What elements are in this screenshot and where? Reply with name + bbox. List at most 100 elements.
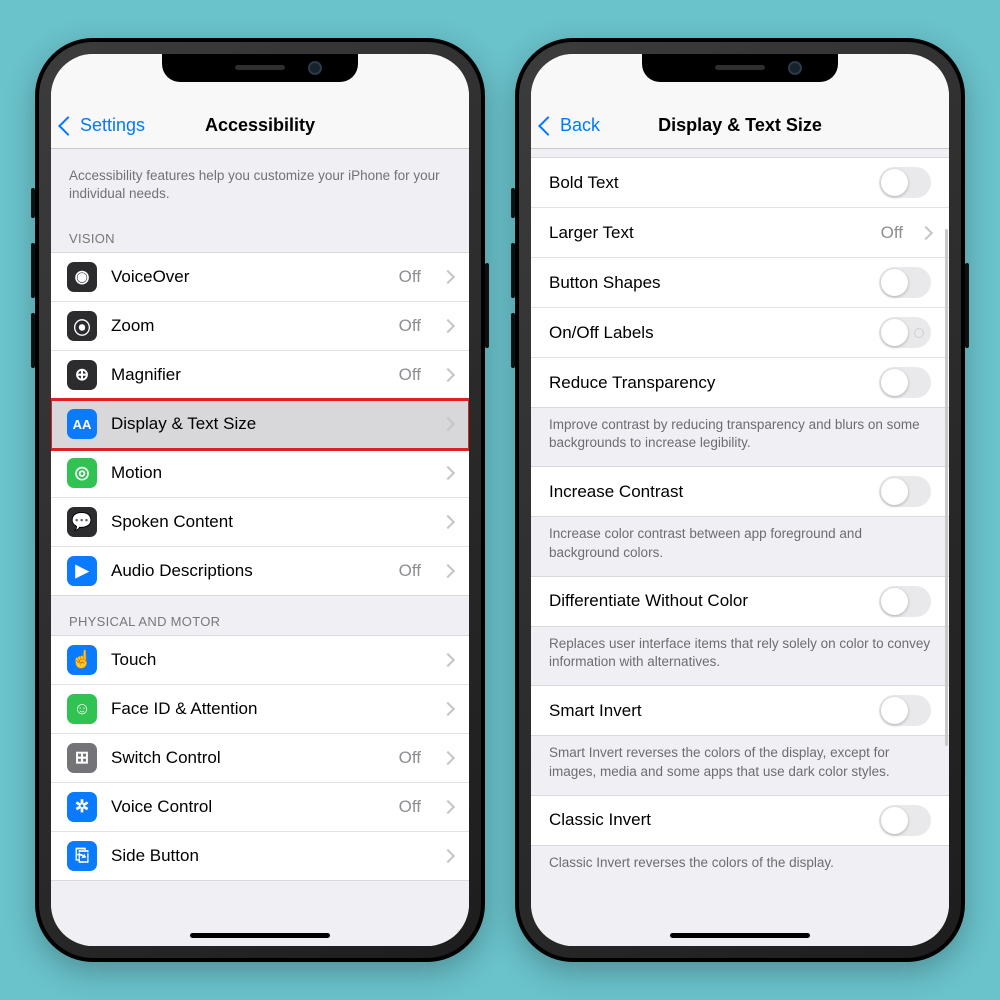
settings-row-reduce-transparency[interactable]: Reduce Transparency	[531, 358, 949, 407]
settings-list: Increase Contrast	[531, 466, 949, 517]
settings-list: ☝Touch ☺ Face ID & Attention ⊞Switch Contro…	[51, 635, 469, 881]
section-footer: Improve contrast by reducing transparenc…	[531, 408, 949, 466]
settings-row-touch[interactable]: ☝Touch	[51, 636, 469, 685]
back-to-settings-button[interactable]: Settings	[61, 115, 145, 136]
home-indicator[interactable]	[670, 933, 810, 938]
volume-down-button[interactable]	[31, 313, 35, 368]
power-button[interactable]	[485, 263, 489, 348]
settings-row-switch-control[interactable]: ⊞Switch ControlOff	[51, 734, 469, 783]
spoken-icon: 💬	[67, 507, 97, 537]
phone-left-screen: Settings Accessibility Accessibility fea…	[51, 54, 469, 946]
volume-up-button[interactable]	[511, 243, 515, 298]
row-value: Off	[399, 797, 421, 817]
silence-switch[interactable]	[31, 188, 35, 218]
chevron-right-icon	[441, 751, 455, 765]
chevron-right-icon	[441, 368, 455, 382]
settings-row-voiceover[interactable]: ◉ VoiceOver Off	[51, 253, 469, 302]
settings-row-on-off-labels[interactable]: On/Off Labels	[531, 308, 949, 358]
row-label: Magnifier	[111, 365, 385, 385]
row-label: VoiceOver	[111, 267, 385, 287]
audio-desc-icon: ▶	[67, 556, 97, 586]
settings-row-magnifier[interactable]: ⊕MagnifierOff	[51, 351, 469, 400]
row-label: Display & Text Size	[111, 414, 421, 434]
intro-text: Accessibility features help you customiz…	[51, 149, 469, 213]
settings-row-zoom[interactable]: ⦿ZoomOff	[51, 302, 469, 351]
settings-row-differentiate-without-color[interactable]: Differentiate Without Color	[531, 577, 949, 626]
toggle-switch[interactable]	[879, 586, 931, 617]
settings-row-button-shapes[interactable]: Button Shapes	[531, 258, 949, 308]
settings-row-side-button[interactable]: ⎘ Side Button	[51, 832, 469, 880]
row-value: Off	[399, 316, 421, 336]
back-label: Back	[560, 115, 600, 136]
chevron-right-icon	[441, 319, 455, 333]
settings-row-spoken-content[interactable]: 💬 Spoken Content	[51, 498, 469, 547]
row-label: Side Button	[111, 846, 421, 866]
accessibility-content[interactable]: Accessibility features help you customiz…	[51, 149, 469, 946]
section-footer: Classic Invert reverses the colors of th…	[531, 846, 949, 886]
display-text-icon: AA	[67, 409, 97, 439]
settings-list: ◉VoiceOverOff⦿ZoomOff⊕MagnifierOffAADisp…	[51, 252, 469, 596]
settings-row-smart-invert[interactable]: Smart Invert	[531, 686, 949, 735]
row-label: Button Shapes	[549, 273, 869, 293]
row-label: Smart Invert	[549, 701, 869, 721]
faceid-icon: ☺	[67, 694, 97, 724]
voice-ctrl-icon: ✲	[67, 792, 97, 822]
settings-row-voice-control[interactable]: ✲Voice ControlOff	[51, 783, 469, 832]
settings-list: Smart Invert	[531, 685, 949, 736]
front-camera-icon	[308, 61, 322, 75]
chevron-right-icon	[441, 466, 455, 480]
back-label: Settings	[80, 115, 145, 136]
row-label: Spoken Content	[111, 512, 421, 532]
toggle-switch[interactable]	[879, 695, 931, 726]
settings-row-face-id-attention[interactable]: ☺ Face ID & Attention	[51, 685, 469, 734]
front-camera-icon	[788, 61, 802, 75]
toggle-switch[interactable]	[879, 367, 931, 398]
chevron-right-icon	[441, 417, 455, 431]
settings-list: Differentiate Without Color	[531, 576, 949, 627]
volume-down-button[interactable]	[511, 313, 515, 368]
settings-row-audio-descriptions[interactable]: ▶Audio DescriptionsOff	[51, 547, 469, 595]
settings-row-display-text-size[interactable]: AA Display & Text Size	[51, 400, 469, 449]
toggle-switch[interactable]	[879, 167, 931, 198]
toggle-switch[interactable]	[879, 476, 931, 507]
page-title: Accessibility	[205, 115, 315, 136]
chevron-right-icon	[441, 653, 455, 667]
toggle-switch[interactable]	[879, 317, 931, 348]
section-footer: Smart Invert reverses the colors of the …	[531, 736, 949, 794]
section-footer: Replaces user interface items that rely …	[531, 627, 949, 685]
chevron-left-icon	[538, 116, 558, 136]
voiceover-icon: ◉	[67, 262, 97, 292]
phone-notch	[642, 54, 838, 82]
toggle-switch[interactable]	[879, 805, 931, 836]
chevron-right-icon	[441, 800, 455, 814]
row-label: Zoom	[111, 316, 385, 336]
page-title: Display & Text Size	[658, 115, 822, 136]
row-label: Reduce Transparency	[549, 373, 869, 393]
settings-row-classic-invert[interactable]: Classic Invert	[531, 796, 949, 845]
row-label: Face ID & Attention	[111, 699, 421, 719]
phone-left-frame: Settings Accessibility Accessibility fea…	[35, 38, 485, 962]
section-header: PHYSICAL AND MOTOR	[51, 596, 469, 635]
back-button[interactable]: Back	[541, 115, 600, 136]
row-label: Audio Descriptions	[111, 561, 385, 581]
row-value: Off	[399, 267, 421, 287]
power-button[interactable]	[965, 263, 969, 348]
scrollbar-track[interactable]	[945, 229, 948, 746]
home-indicator[interactable]	[190, 933, 330, 938]
display-text-content[interactable]: Bold TextLarger TextOff Button Shapes On/O…	[531, 149, 949, 946]
settings-row-increase-contrast[interactable]: Increase Contrast	[531, 467, 949, 516]
row-value: Off	[881, 223, 903, 243]
silence-switch[interactable]	[511, 188, 515, 218]
touch-icon: ☝	[67, 645, 97, 675]
side-btn-icon: ⎘	[67, 841, 97, 871]
settings-row-larger-text[interactable]: Larger TextOff	[531, 208, 949, 258]
chevron-right-icon	[441, 270, 455, 284]
volume-up-button[interactable]	[31, 243, 35, 298]
phone-right-screen: Back Display & Text Size Bold TextLarger…	[531, 54, 949, 946]
settings-row-bold-text[interactable]: Bold Text	[531, 158, 949, 208]
row-label: Increase Contrast	[549, 482, 869, 502]
row-value: Off	[399, 748, 421, 768]
toggle-switch[interactable]	[879, 267, 931, 298]
section-header: VISION	[51, 213, 469, 252]
settings-row-motion[interactable]: ◎Motion	[51, 449, 469, 498]
